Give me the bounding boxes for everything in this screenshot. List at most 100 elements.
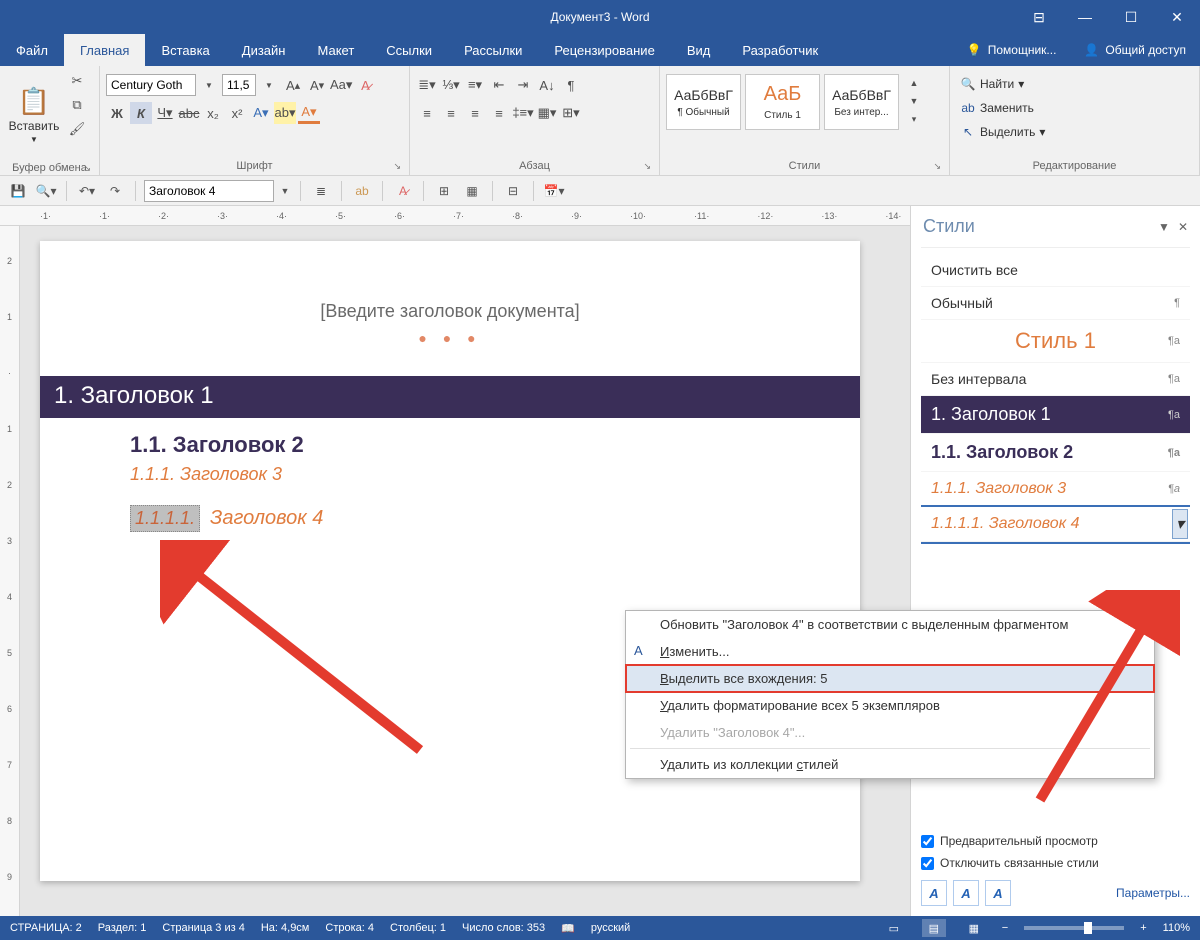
style-gallery-item-nointerval[interactable]: АаБбВвГ Без интер... xyxy=(824,74,899,130)
italic-button[interactable]: К xyxy=(130,102,152,124)
qat-table-button[interactable]: ⊞ xyxy=(432,179,456,203)
ctx-remove-formatting[interactable]: Удалить форматирование всех 5 экземпляро… xyxy=(626,692,1154,719)
font-name-dropdown-icon[interactable]: ▼ xyxy=(198,74,220,96)
manage-styles-button[interactable]: A xyxy=(985,880,1011,906)
bold-button[interactable]: Ж xyxy=(106,102,128,124)
status-page-of[interactable]: Страница 3 из 4 xyxy=(162,922,244,934)
share-button[interactable]: 👤Общий доступ xyxy=(1070,34,1200,66)
style-clear-all[interactable]: Очистить все xyxy=(921,254,1190,287)
decrease-indent-button[interactable]: ⇤ xyxy=(488,74,510,96)
status-section[interactable]: Раздел: 1 xyxy=(98,922,147,934)
styles-options-link[interactable]: Параметры... xyxy=(1116,886,1190,900)
qat-calendar-button[interactable]: 📅▾ xyxy=(542,179,566,203)
status-language[interactable]: русский xyxy=(591,922,630,934)
styles-dialog-icon[interactable]: ↘ xyxy=(933,161,941,172)
zoom-in-button[interactable]: + xyxy=(1140,922,1146,934)
style-heading-1[interactable]: 1. Заголовок 1¶a xyxy=(921,396,1190,434)
status-spellcheck-icon[interactable]: 📖 xyxy=(561,922,575,935)
replace-button[interactable]: abЗаменить xyxy=(956,98,1038,118)
shading-button[interactable]: ▦▾ xyxy=(536,102,558,124)
font-size-dropdown-icon[interactable]: ▼ xyxy=(258,74,280,96)
tab-home[interactable]: Главная xyxy=(64,34,145,66)
find-button[interactable]: 🔍Найти ▾ xyxy=(956,74,1028,94)
style-gallery-more-icon[interactable]: ▾ xyxy=(903,110,925,128)
ctx-remove-from-gallery[interactable]: Удалить из коллекции стилей xyxy=(626,751,1154,778)
style-heading-3[interactable]: 1.1.1. Заголовок 3¶a xyxy=(921,472,1190,507)
align-right-button[interactable]: ≡ xyxy=(464,102,486,124)
zoom-out-button[interactable]: − xyxy=(1002,922,1008,934)
zoom-level[interactable]: 110% xyxy=(1163,922,1190,934)
style-gallery-item-normal[interactable]: АаБбВвГ ¶ Обычный xyxy=(666,74,741,130)
undo-button[interactable]: ↶▾ xyxy=(75,179,99,203)
styles-pane-dropdown-icon[interactable]: ▼ xyxy=(1158,220,1170,234)
style-style1[interactable]: Стиль 1¶a xyxy=(921,320,1190,363)
tab-insert[interactable]: Вставка xyxy=(145,34,225,66)
doc-heading-1[interactable]: 1. Заголовок 1 xyxy=(40,376,860,418)
view-read-button[interactable]: ▭ xyxy=(882,919,906,937)
font-dialog-icon[interactable]: ↘ xyxy=(393,161,401,172)
style-heading-2[interactable]: 1.1. Заголовок 2¶a xyxy=(921,434,1190,472)
select-button[interactable]: ↖Выделить ▾ xyxy=(956,122,1049,142)
ctx-select-all-instances[interactable]: Выделить все вхождения: 5 xyxy=(626,665,1154,692)
tab-view[interactable]: Вид xyxy=(671,34,727,66)
status-column[interactable]: Столбец: 1 xyxy=(390,922,446,934)
superscript-button[interactable]: x² xyxy=(226,102,248,124)
doc-heading-4[interactable]: 1.1.1.1. Заголовок 4 xyxy=(130,505,770,532)
underline-button[interactable]: Ч▾ xyxy=(154,102,176,124)
doc-heading-3[interactable]: 1.1.1. Заголовок 3 xyxy=(130,464,770,485)
disable-linked-checkbox[interactable]: Отключить связанные стили xyxy=(921,852,1190,874)
font-size-input[interactable] xyxy=(222,74,256,96)
style-selector-dropdown-icon[interactable]: ▼ xyxy=(278,179,292,203)
align-left-button[interactable]: ≡ xyxy=(416,102,438,124)
doc-heading-2[interactable]: 1.1. Заголовок 2 xyxy=(130,432,770,458)
save-button[interactable]: 💾 xyxy=(6,179,30,203)
view-web-button[interactable]: ▦ xyxy=(962,919,986,937)
document-page[interactable]: [Введите заголовок документа] ● ● ● 1. З… xyxy=(40,241,860,881)
status-word-count[interactable]: Число слов: 353 xyxy=(462,922,545,934)
doc-title-placeholder[interactable]: [Введите заголовок документа] xyxy=(130,301,770,322)
borders-button[interactable]: ⊞▾ xyxy=(560,102,582,124)
copy-button[interactable]: ⧉ xyxy=(66,94,88,116)
clipboard-dialog-icon[interactable]: ↘ xyxy=(83,163,91,174)
paste-button[interactable]: 📋 Вставить ▼ xyxy=(6,70,62,160)
new-style-button[interactable]: A xyxy=(921,880,947,906)
ctx-modify[interactable]: AИзменить... xyxy=(626,638,1154,665)
style-item-dropdown-icon[interactable]: ▾ xyxy=(1172,509,1188,539)
tab-references[interactable]: Ссылки xyxy=(370,34,448,66)
cut-button[interactable]: ✂ xyxy=(66,70,88,92)
increase-indent-button[interactable]: ⇥ xyxy=(512,74,534,96)
ctx-update-to-match[interactable]: Обновить "Заголовок 4" в соответствии с … xyxy=(626,611,1154,638)
qat-highlight-button[interactable]: ab xyxy=(350,179,374,203)
tell-me[interactable]: 💡Помощник... xyxy=(953,34,1071,66)
preview-button[interactable]: 🔍▾ xyxy=(34,179,58,203)
style-gallery-item-style1[interactable]: АаБ Стиль 1 xyxy=(745,74,820,130)
vertical-ruler[interactable]: 21·12345678910 xyxy=(0,226,20,916)
shrink-font-button[interactable]: A▾ xyxy=(306,74,328,96)
justify-button[interactable]: ≡ xyxy=(488,102,510,124)
highlight-button[interactable]: ab▾ xyxy=(274,102,296,124)
style-nointerval[interactable]: Без интервала¶a xyxy=(921,363,1190,396)
qat-clear-button[interactable]: A̷ xyxy=(391,179,415,203)
line-spacing-button[interactable]: ‡≡▾ xyxy=(512,102,534,124)
paragraph-dialog-icon[interactable]: ↘ xyxy=(643,161,651,172)
horizontal-ruler[interactable]: ·1··1··2··3··4··5··6··7··8··9··10··11··1… xyxy=(0,206,910,226)
status-page[interactable]: СТРАНИЦА: 2 xyxy=(10,922,82,934)
style-selector-input[interactable] xyxy=(144,180,274,202)
tab-file[interactable]: Файл xyxy=(0,34,64,66)
preview-checkbox[interactable]: Предварительный просмотр xyxy=(921,830,1190,852)
tab-review[interactable]: Рецензирование xyxy=(538,34,670,66)
style-gallery-up-icon[interactable]: ▲ xyxy=(903,74,925,92)
sort-button[interactable]: A↓ xyxy=(536,74,558,96)
align-center-button[interactable]: ≡ xyxy=(440,102,462,124)
qat-list-button[interactable]: ≣ xyxy=(309,179,333,203)
show-marks-button[interactable]: ¶ xyxy=(560,74,582,96)
style-gallery-down-icon[interactable]: ▼ xyxy=(903,92,925,110)
text-effects-button[interactable]: A▾ xyxy=(250,102,272,124)
tab-developer[interactable]: Разработчик xyxy=(726,34,834,66)
strike-button[interactable]: abc xyxy=(178,102,200,124)
bullets-button[interactable]: ≣▾ xyxy=(416,74,438,96)
styles-pane-close-icon[interactable]: ✕ xyxy=(1178,220,1188,234)
tab-layout[interactable]: Макет xyxy=(301,34,370,66)
qat-table2-button[interactable]: ▦ xyxy=(460,179,484,203)
status-row[interactable]: Строка: 4 xyxy=(325,922,374,934)
